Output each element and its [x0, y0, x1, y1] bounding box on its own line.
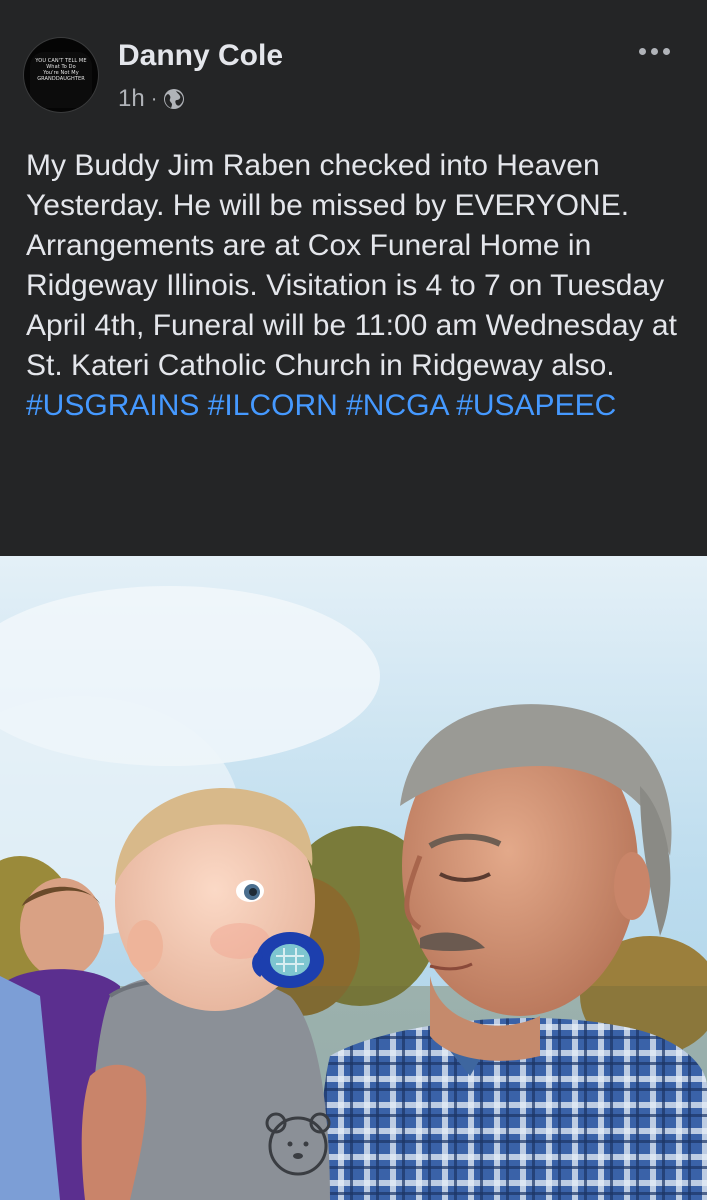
- globe-icon[interactable]: [163, 88, 185, 110]
- avatar-shirt-text: YOU CAN'T TELL ME What To Do You're Not …: [24, 58, 98, 82]
- more-horizontal-icon-dot: [662, 47, 670, 55]
- more-horizontal-icon-dot: [638, 47, 646, 55]
- hashtag-link[interactable]: #NCGA: [346, 389, 448, 422]
- post-timestamp[interactable]: 1h: [118, 85, 145, 113]
- post-photo[interactable]: [0, 556, 707, 1200]
- post-meta: 1h ·: [118, 84, 185, 114]
- post-text: My Buddy Jim Raben checked into Heaven Y…: [26, 146, 691, 426]
- hashtag-link[interactable]: #USGRAINS: [26, 389, 199, 422]
- hashtag-link[interactable]: #ILCORN: [208, 389, 338, 422]
- author-avatar[interactable]: YOU CAN'T TELL ME What To Do You're Not …: [24, 38, 98, 112]
- more-options-button[interactable]: [628, 36, 680, 66]
- more-horizontal-icon-dot: [650, 47, 658, 55]
- post-body-text: My Buddy Jim Raben checked into Heaven Y…: [26, 149, 677, 382]
- meta-separator: ·: [150, 87, 158, 110]
- post-header: YOU CAN'T TELL ME What To Do You're Not …: [0, 0, 707, 130]
- author-name-link[interactable]: Danny Cole: [118, 38, 283, 74]
- facebook-post: YOU CAN'T TELL ME What To Do You're Not …: [0, 0, 707, 1200]
- hashtag-link[interactable]: #USAPEEC: [456, 389, 616, 422]
- avatar-text-line: GRANDDAUGHTER: [37, 76, 85, 82]
